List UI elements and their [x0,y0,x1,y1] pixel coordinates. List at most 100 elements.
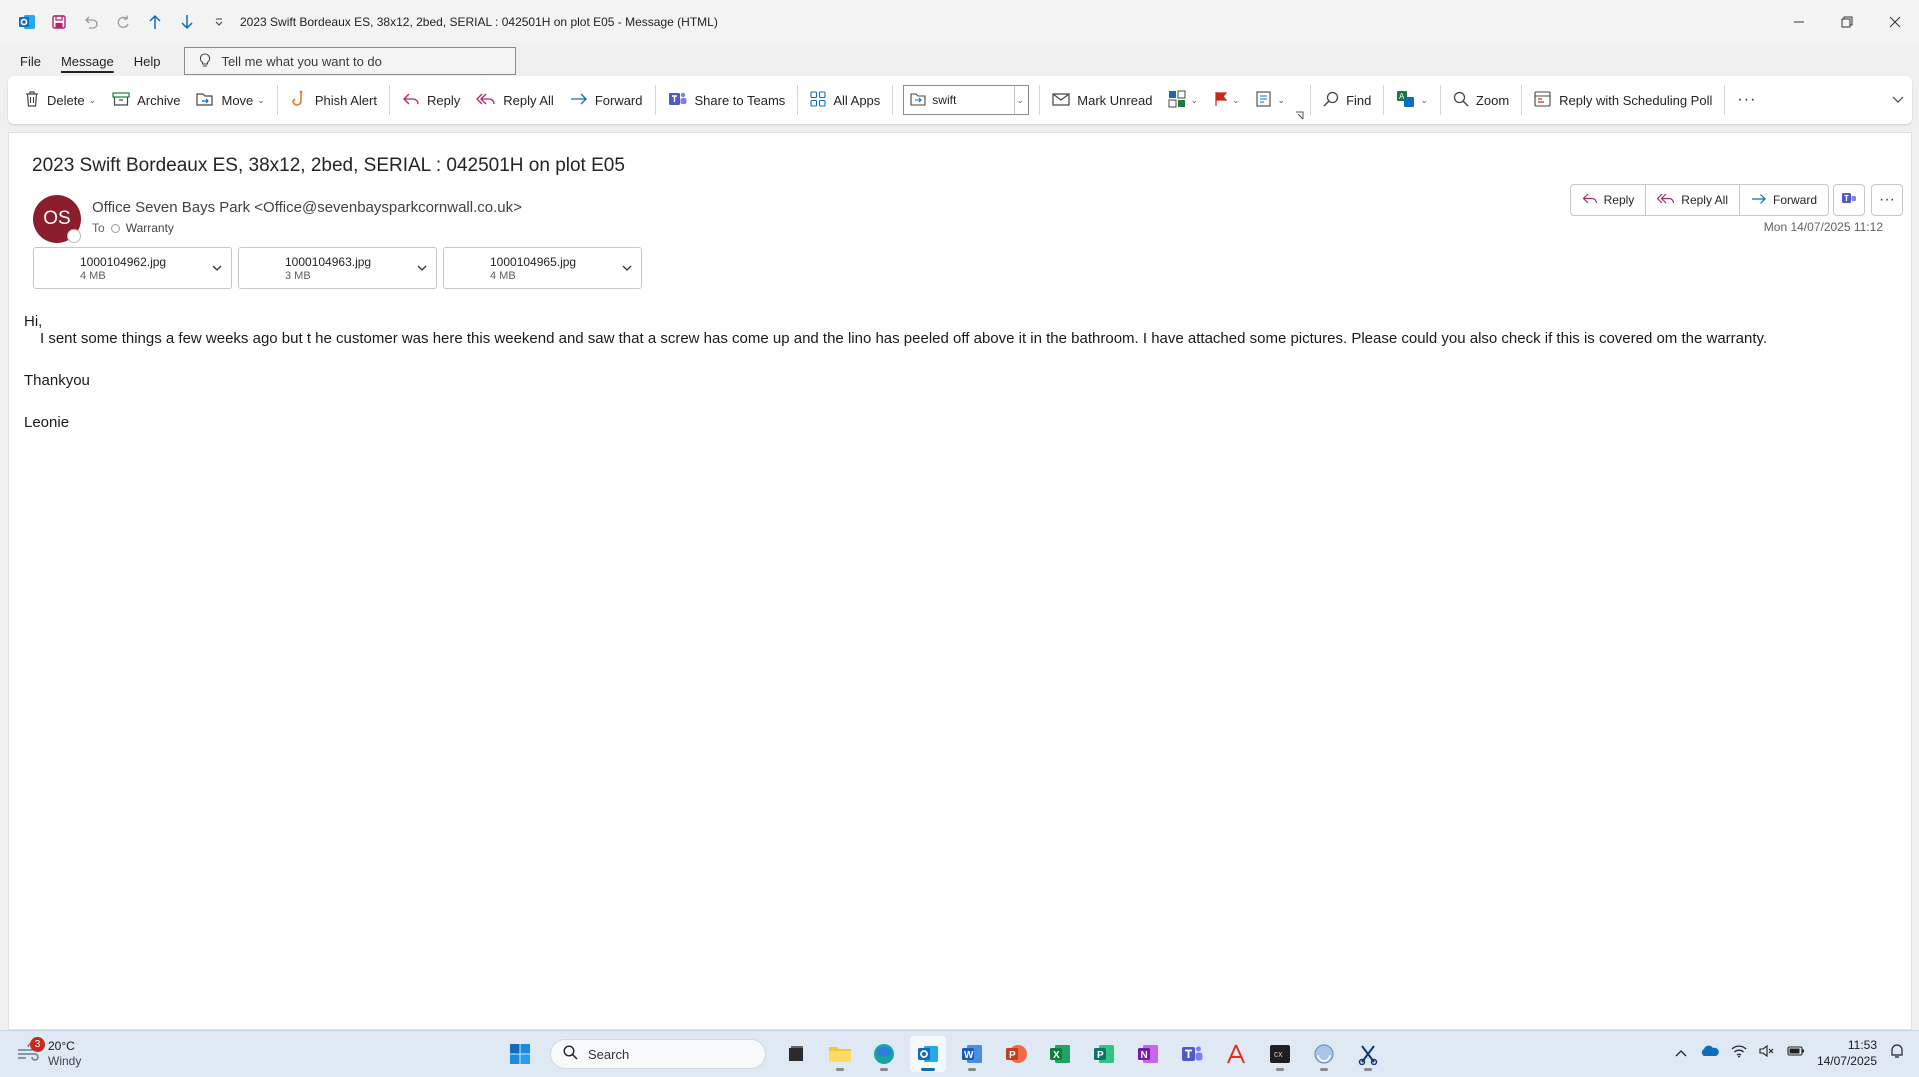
teams-taskbar-icon[interactable] [1174,1036,1210,1072]
mark-unread-button[interactable]: Mark Unread [1044,82,1160,118]
teams-chat-button[interactable] [1833,184,1865,216]
chevron-down-icon[interactable] [416,261,428,279]
onenote-icon[interactable]: N [1130,1036,1166,1072]
clock-date: 14/07/2025 [1816,1054,1877,1068]
tab-message[interactable]: Message [51,46,124,76]
start-button[interactable] [502,1036,538,1072]
customize-qat-icon[interactable] [206,9,232,35]
close-button[interactable] [1871,0,1919,44]
chevron-down-icon[interactable] [621,261,633,279]
save-icon[interactable] [46,9,72,35]
attachment-item[interactable]: 1000104965.jpg 4 MB [443,247,642,289]
wifi-icon[interactable] [1731,1044,1747,1063]
redo-icon[interactable] [110,9,136,35]
attachment-list: 1000104962.jpg 4 MB 1000104963.jpg 3 MB … [33,247,642,289]
quick-steps-dropdown[interactable]: ⌄ [1014,86,1028,114]
file-explorer-icon[interactable] [822,1036,858,1072]
share-to-teams-button[interactable]: Share to Teams [660,82,794,118]
minimize-button[interactable] [1775,0,1823,44]
menu-bar: File Message Help Tell me what you want … [0,46,1919,76]
publisher-icon[interactable]: P [1086,1036,1122,1072]
snipping-tool-icon[interactable] [1350,1036,1386,1072]
quick-access-toolbar [0,9,232,35]
reply-scheduling-poll-button[interactable]: Reply with Scheduling Poll [1526,82,1720,118]
tell-me-search[interactable]: Tell me what you want to do [184,47,517,75]
categorize-button[interactable]: ⌄ [1160,82,1206,118]
inline-reply-all-button[interactable]: Reply All [1646,185,1740,215]
acrobat-icon[interactable] [1218,1036,1254,1072]
system-clock[interactable]: 11:53 14/07/2025 [1817,1037,1877,1069]
chevron-down-icon[interactable] [211,261,223,279]
delete-button[interactable]: Delete ⌄ [16,82,104,118]
weather-widget[interactable]: 3 20°C Windy [16,1037,81,1069]
chevron-down-icon: ⌄ [1277,94,1286,105]
attachment-item[interactable]: 1000104962.jpg 4 MB [33,247,232,289]
tab-help[interactable]: Help [124,46,171,76]
rules-icon [1255,90,1274,111]
forward-icon [570,91,588,110]
powerpoint-icon[interactable]: P [998,1036,1034,1072]
terminal-app-icon[interactable]: CX [1262,1036,1298,1072]
excel-icon[interactable]: X [1042,1036,1078,1072]
zoom-label: Zoom [1475,92,1510,108]
more-commands-icon[interactable]: ··· [1729,82,1764,118]
forward-button[interactable]: Forward [562,82,651,118]
window-controls [1775,0,1919,44]
inline-forward-button[interactable]: Forward [1740,185,1828,215]
move-icon [196,91,214,110]
all-apps-button[interactable]: All Apps [802,82,888,118]
to-label: To [92,221,105,235]
reply-all-icon [1656,192,1675,209]
volume-muted-icon[interactable] [1759,1044,1775,1063]
chevron-down-icon: ⌄ [1420,94,1428,105]
quick-steps-box[interactable]: swift ⌄ [903,85,1030,115]
sender-name[interactable]: Office Seven Bays Park <Office@sevenbays… [92,199,522,216]
restore-button[interactable] [1823,0,1871,44]
edge-browser-icon[interactable] [866,1036,902,1072]
move-button[interactable]: Move ⌄ [188,82,272,118]
quick-step-item[interactable]: swift [904,92,1014,109]
apps-grid-icon [810,90,826,110]
chevron-down-icon[interactable]: ⌄ [89,95,97,106]
phish-alert-button[interactable]: Phish Alert [282,82,385,118]
tab-file[interactable]: File [10,46,51,76]
chevron-down-icon: ⌄ [1016,94,1025,105]
attachment-name: 1000104965.jpg [490,255,577,269]
window-title: 2023 Swift Bordeaux ES, 38x12, 2bed, SER… [240,15,718,29]
ribbon-divider [388,85,390,115]
chevron-down-icon[interactable]: ⌄ [257,95,265,106]
tell-me-label: Tell me what you want to do [221,53,382,69]
chevron-up-icon[interactable] [1675,1044,1687,1062]
find-button[interactable]: Find [1315,82,1379,118]
reply-all-button[interactable]: Reply All [468,82,562,118]
reply-icon [1582,192,1598,209]
battery-icon[interactable] [1787,1044,1805,1062]
more-actions-icon[interactable]: ··· [1871,184,1903,216]
archive-button[interactable]: Archive [104,82,188,118]
recipient-name[interactable]: Warranty [126,221,174,235]
reply-button[interactable]: Reply [394,82,468,118]
zoom-button[interactable]: Zoom [1445,82,1517,118]
presence-ring-icon [110,223,120,233]
notifications-icon[interactable] [1889,1043,1905,1064]
svg-text:W: W [964,1050,974,1061]
undo-icon[interactable] [78,9,104,35]
expand-group-icon[interactable] [1293,106,1306,124]
weather-temperature: 20°C [48,1039,75,1053]
rules-button[interactable]: ⌄ [1248,82,1294,118]
circle-app-icon[interactable] [1306,1036,1342,1072]
attachment-item[interactable]: 1000104963.jpg 3 MB [238,247,437,289]
reply-all-label: Reply All [1681,193,1728,207]
task-view-icon[interactable] [778,1036,814,1072]
ribbon-collapse-icon[interactable] [1884,82,1912,118]
next-item-icon[interactable] [174,9,200,35]
onedrive-icon[interactable] [1699,1044,1719,1063]
inline-reply-button[interactable]: Reply [1571,185,1647,215]
word-icon[interactable]: W [954,1036,990,1072]
ribbon-divider [1439,85,1441,115]
translate-button[interactable]: A ⌄ [1388,82,1436,118]
outlook-taskbar-icon[interactable] [910,1036,946,1072]
follow-up-button[interactable]: ⌄ [1206,82,1248,118]
previous-item-icon[interactable] [142,9,168,35]
taskbar-search[interactable]: Search [550,1039,766,1069]
